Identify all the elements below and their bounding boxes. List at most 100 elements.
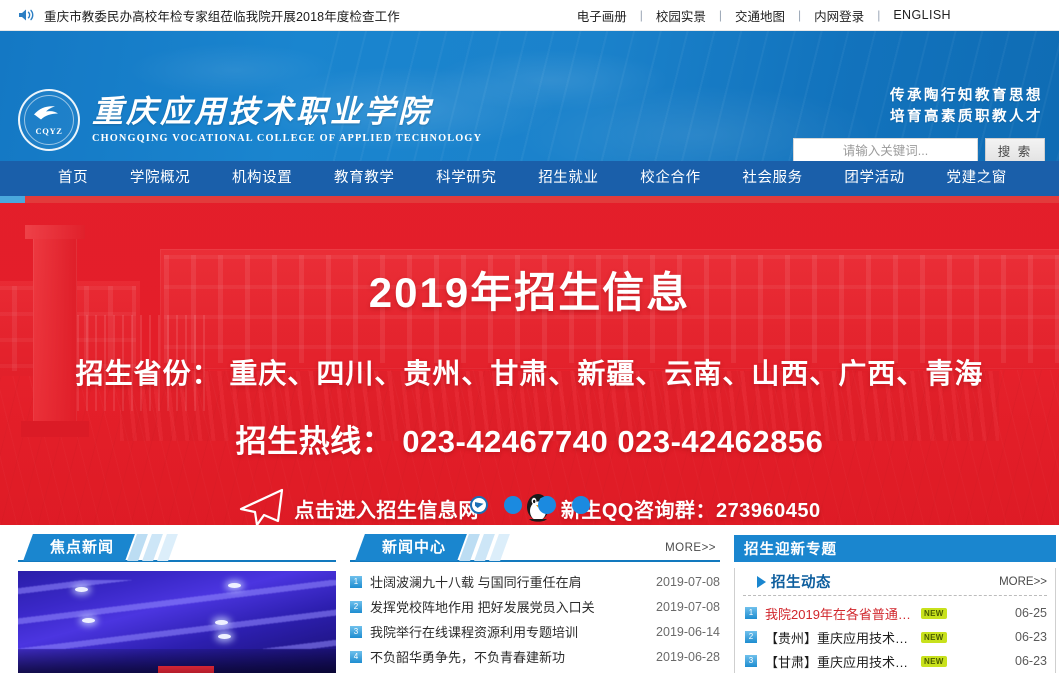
carousel-indicators bbox=[0, 496, 1059, 514]
list-number-badge: 1 bbox=[745, 607, 757, 619]
admission-item-title[interactable]: 【贵州】重庆应用技术职业学... bbox=[765, 628, 915, 647]
logo-name-cn: 重庆应用技术职业学院 bbox=[92, 94, 432, 130]
admission-list-item[interactable]: 1 我院2019年在各省普通高考志... NEW 06-25 bbox=[745, 601, 1047, 625]
admission-item-date: 06-23 bbox=[1015, 630, 1047, 644]
news-list: 1 壮阔波澜九十八载 与国同行重任在肩 2019-07-08 2 发挥党校阵地作… bbox=[350, 569, 720, 669]
admission-more-link[interactable]: MORE>> bbox=[999, 576, 1047, 588]
content-columns: 焦点新闻 新闻中心 MORE>> 1 壮阔波澜九十八载 与国同行重任在肩 201… bbox=[0, 525, 1059, 673]
nav-item-social-service[interactable]: 社会服务 bbox=[742, 161, 802, 196]
main-navigation: 首页 学院概况 机构设置 教育教学 科学研究 招生就业 校企合作 社会服务 团学… bbox=[0, 161, 1059, 196]
nav-item-organization[interactable]: 机构设置 bbox=[232, 161, 292, 196]
seal-text: CQYZ bbox=[35, 125, 63, 136]
banner-hotline: 招生热线： 023-42467740 023-42462856 bbox=[235, 424, 824, 459]
carousel-dot-3[interactable] bbox=[537, 496, 556, 514]
admission-section: 招生迎新专题 招生动态 MORE>> 1 我院2019年在各省普通高考志... … bbox=[734, 535, 1056, 673]
news-item-title[interactable]: 不负韶华勇争先，不负青春建新功 bbox=[370, 647, 648, 666]
news-item-title[interactable]: 壮阔波澜九十八载 与国同行重任在肩 bbox=[370, 572, 648, 591]
nav-item-admission[interactable]: 招生就业 bbox=[538, 161, 598, 196]
ceiling-light-icon bbox=[218, 633, 232, 639]
ceiling-light-icon bbox=[215, 620, 229, 626]
search-input[interactable] bbox=[793, 138, 978, 161]
nav-underline-rule bbox=[0, 196, 1059, 203]
carousel-dot-1[interactable] bbox=[469, 496, 488, 514]
stage-screen bbox=[157, 666, 214, 673]
nav-item-overview[interactable]: 学院概况 bbox=[130, 161, 190, 196]
topbar-links: 电子画册 | 校园实景 | 交通地图 | 内网登录 | ENGLISH bbox=[564, 6, 1059, 25]
news-header-decoration bbox=[459, 534, 510, 561]
slogan-line-1: 传承陶行知教育思想 bbox=[890, 88, 1043, 104]
news-center-tab[interactable]: 新闻中心 bbox=[355, 534, 467, 561]
list-number-badge: 1 bbox=[350, 575, 362, 588]
admission-item-title[interactable]: 我院2019年在各省普通高考志... bbox=[765, 604, 915, 623]
banner-provinces: 招生省份： 重庆、四川、贵州、甘肃、新疆、云南、山西、广西、青海 bbox=[75, 358, 984, 389]
list-number-badge: 4 bbox=[350, 650, 362, 663]
topbar-notice-text[interactable]: 重庆市教委民办高校年检专家组莅临我院开展2018年度检查工作 bbox=[44, 6, 400, 25]
list-number-badge: 3 bbox=[350, 625, 362, 638]
hero-banner[interactable]: 2019年招生信息 招生省份： 重庆、四川、贵州、甘肃、新疆、云南、山西、广西、… bbox=[0, 203, 1059, 525]
slogan-line-2: 培育高素质职教人才 bbox=[890, 109, 1043, 126]
news-item-date: 2019-07-08 bbox=[656, 574, 720, 589]
news-list-item[interactable]: 1 壮阔波澜九十八载 与国同行重任在肩 2019-07-08 bbox=[350, 569, 720, 594]
nav-item-cooperation[interactable]: 校企合作 bbox=[640, 161, 700, 196]
news-item-title[interactable]: 我院举行在线课程资源利用专题培训 bbox=[370, 622, 648, 641]
play-arrow-icon bbox=[757, 575, 766, 588]
focus-news-title: 焦点新闻 bbox=[50, 539, 115, 556]
focus-news-image[interactable] bbox=[18, 571, 336, 673]
admission-list-item[interactable]: 3 【甘肃】重庆应用技术职业学... NEW 06-23 bbox=[745, 649, 1047, 673]
ceiling-light-icon bbox=[227, 583, 241, 589]
ceiling-light-icon bbox=[81, 618, 95, 624]
topbar-link-english[interactable]: ENGLISH bbox=[880, 8, 964, 22]
nav-item-research[interactable]: 科学研究 bbox=[436, 161, 496, 196]
nav-item-home[interactable]: 首页 bbox=[58, 161, 88, 196]
news-more-link[interactable]: MORE>> bbox=[665, 542, 720, 554]
news-item-title[interactable]: 发挥党校阵地作用 把好发展党员入口关 bbox=[370, 597, 648, 616]
ceiling-light-icon bbox=[75, 586, 89, 592]
topbar-link-traffic-map[interactable]: 交通地图 bbox=[722, 6, 798, 25]
header-right: 传承陶行知教育思想 培育高素质职教人才 搜 索 bbox=[793, 86, 1045, 161]
admission-item-title[interactable]: 【甘肃】重庆应用技术职业学... bbox=[765, 652, 915, 671]
focus-news-header: 焦点新闻 bbox=[18, 534, 336, 562]
news-item-date: 2019-07-08 bbox=[656, 599, 720, 614]
logo-names: 重庆应用技术职业学院 CHONGQING VOCATIONAL COLLEGE … bbox=[92, 96, 482, 144]
seal-bird-icon bbox=[32, 105, 66, 126]
site-slogan: 传承陶行知教育思想 培育高素质职教人才 bbox=[890, 86, 1043, 128]
list-number-badge: 3 bbox=[745, 655, 757, 667]
focus-news-tab[interactable]: 焦点新闻 bbox=[23, 534, 135, 561]
admission-subtitle: 招生动态 bbox=[771, 575, 831, 591]
new-badge: NEW bbox=[921, 631, 947, 643]
admission-list: 1 我院2019年在各省普通高考志... NEW 06-25 2 【贵州】重庆应… bbox=[735, 596, 1055, 673]
news-item-date: 2019-06-28 bbox=[656, 649, 720, 664]
speaker-icon bbox=[18, 8, 36, 22]
news-list-item[interactable]: 3 我院举行在线课程资源利用专题培训 2019-06-14 bbox=[350, 619, 720, 644]
new-badge: NEW bbox=[921, 655, 947, 667]
banner-title: 2019年招生信息 bbox=[368, 269, 691, 316]
topbar: 重庆市教委民办高校年检专家组莅临我院开展2018年度检查工作 电子画册 | 校园… bbox=[0, 0, 1059, 31]
admission-list-item[interactable]: 2 【贵州】重庆应用技术职业学... NEW 06-23 bbox=[745, 625, 1047, 649]
news-center-header: 新闻中心 MORE>> bbox=[350, 534, 720, 562]
banner-content: 2019年招生信息 招生省份： 重庆、四川、贵州、甘肃、新疆、云南、山西、广西、… bbox=[0, 203, 1059, 525]
site-logo[interactable]: CQYZ 重庆应用技术职业学院 CHONGQING VOCATIONAL COL… bbox=[18, 89, 482, 151]
nav-item-student-activity[interactable]: 团学活动 bbox=[844, 161, 904, 196]
admission-panel-title: 招生迎新专题 bbox=[744, 542, 837, 558]
news-list-item[interactable]: 4 不负韶华勇争先，不负青春建新功 2019-06-28 bbox=[350, 644, 720, 669]
search-button[interactable]: 搜 索 bbox=[985, 138, 1045, 161]
nav-item-party-building[interactable]: 党建之窗 bbox=[947, 161, 1007, 196]
focus-header-decoration bbox=[127, 534, 178, 561]
news-list-item[interactable]: 2 发挥党校阵地作用 把好发展党员入口关 2019-07-08 bbox=[350, 594, 720, 619]
news-center-title: 新闻中心 bbox=[382, 539, 447, 556]
site-header: CQYZ 重庆应用技术职业学院 CHONGQING VOCATIONAL COL… bbox=[0, 31, 1059, 161]
list-number-badge: 2 bbox=[350, 600, 362, 613]
topbar-link-intranet-login[interactable]: 内网登录 bbox=[801, 6, 877, 25]
focus-news-section: 焦点新闻 bbox=[18, 534, 336, 673]
topbar-link-campus-view[interactable]: 校园实景 bbox=[643, 6, 719, 25]
new-badge: NEW bbox=[921, 607, 947, 619]
news-item-date: 2019-06-14 bbox=[656, 624, 720, 639]
nav-item-education[interactable]: 教育教学 bbox=[334, 161, 394, 196]
topbar-link-ebook[interactable]: 电子画册 bbox=[564, 6, 640, 25]
topbar-notice-area: 重庆市教委民办高校年检专家组莅临我院开展2018年度检查工作 bbox=[0, 6, 400, 25]
carousel-dot-2[interactable] bbox=[503, 496, 522, 514]
admission-panel-header: 招生迎新专题 bbox=[734, 535, 1056, 562]
carousel-dot-4[interactable] bbox=[571, 496, 590, 514]
admission-panel-body: 招生动态 MORE>> 1 我院2019年在各省普通高考志... NEW 06-… bbox=[734, 568, 1056, 673]
list-number-badge: 2 bbox=[745, 631, 757, 643]
